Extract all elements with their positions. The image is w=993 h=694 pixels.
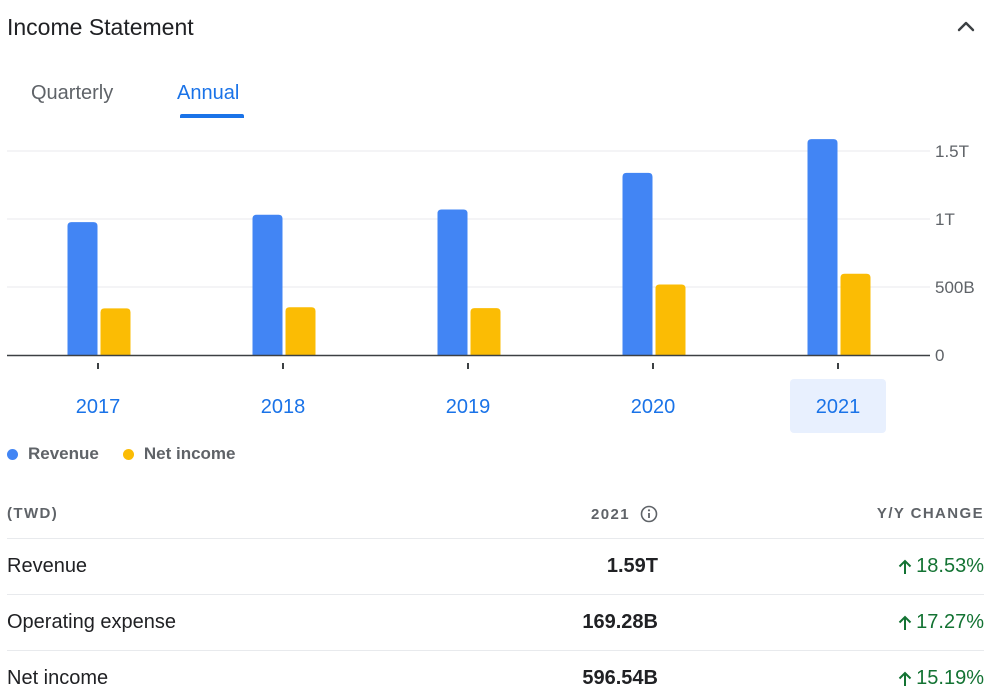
tab-annual[interactable]: Annual — [177, 76, 239, 110]
arrow-up-icon — [897, 558, 913, 576]
change-value: 17.27% — [916, 611, 984, 633]
arrow-up-icon — [897, 670, 913, 688]
chevron-up-icon — [957, 21, 975, 32]
arrow-up-icon — [897, 614, 913, 632]
row-value: 169.28B — [582, 611, 658, 633]
y-tick-label: 500B — [935, 278, 975, 297]
bar-revenue — [807, 139, 838, 355]
income-statement-card: Income Statement Quarterly Annual 0 500B 1… — [0, 0, 993, 694]
income-bar-chart: 0 500B 1T 1.5T 2017 2018 2019 2020 2021 — [7, 139, 975, 433]
change-value: 15.19% — [916, 667, 984, 689]
bar-net-income — [100, 308, 131, 355]
table-row: Revenue 1.59T 18.53% — [7, 539, 984, 595]
bar-net-income — [470, 308, 501, 355]
table-row: Net income 596.54B 15.19% — [7, 651, 984, 694]
x-tick-label[interactable]: 2021 — [816, 396, 861, 418]
legend-item-revenue: Revenue — [7, 444, 99, 464]
row-value: 596.54B — [582, 667, 658, 689]
row-label: Operating expense — [7, 611, 177, 633]
y-tick-label: 1.5T — [935, 142, 969, 161]
financials-table: (TWD) 2021 Y/Y CHANGE Revenue 1.59T 18.5… — [7, 496, 984, 694]
legend-label-net-income: Net income — [143, 444, 236, 463]
bar-revenue — [437, 209, 468, 355]
row-change: 17.27% — [897, 611, 984, 634]
change-value: 18.53% — [916, 555, 984, 577]
year-label: 2021 — [591, 505, 630, 523]
table-row: Operating expense 169.28B 17.27% — [7, 595, 984, 651]
x-tick-label[interactable]: 2018 — [261, 396, 306, 418]
legend-label-revenue: Revenue — [28, 444, 99, 463]
circle-yellow-icon — [122, 448, 134, 460]
row-label: Net income — [7, 667, 109, 689]
y-tick-label: 1T — [935, 210, 955, 229]
x-tick-label[interactable]: 2017 — [76, 396, 121, 418]
row-change: 18.53% — [897, 555, 984, 578]
legend-item-net-income: Net income — [122, 444, 236, 464]
bar-net-income — [840, 273, 871, 355]
x-tick-label[interactable]: 2020 — [631, 396, 676, 418]
year-column-header: 2021 — [591, 505, 658, 523]
bar-revenue — [252, 214, 283, 355]
currency-label: (TWD) — [7, 505, 59, 522]
y-tick-label: 0 — [935, 346, 944, 365]
circle-blue-icon — [7, 448, 18, 460]
section-title: Income Statement — [7, 14, 194, 40]
tab-quarterly[interactable]: Quarterly — [31, 76, 113, 110]
row-change: 15.19% — [897, 667, 984, 690]
bar-revenue — [622, 172, 653, 355]
collapse-button[interactable] — [953, 14, 979, 40]
change-column-header: Y/Y CHANGE — [876, 505, 984, 522]
bar-net-income — [285, 307, 316, 355]
row-value: 1.59T — [606, 555, 658, 577]
chart-legend: Revenue Net income — [7, 442, 260, 466]
row-label: Revenue — [7, 555, 88, 577]
table-header: (TWD) 2021 Y/Y CHANGE — [7, 496, 984, 539]
bar-revenue — [67, 222, 98, 355]
selected-tab-indicator — [180, 114, 244, 118]
x-tick-label[interactable]: 2019 — [446, 396, 491, 418]
bar-net-income — [655, 284, 686, 355]
info-icon[interactable] — [640, 505, 658, 523]
